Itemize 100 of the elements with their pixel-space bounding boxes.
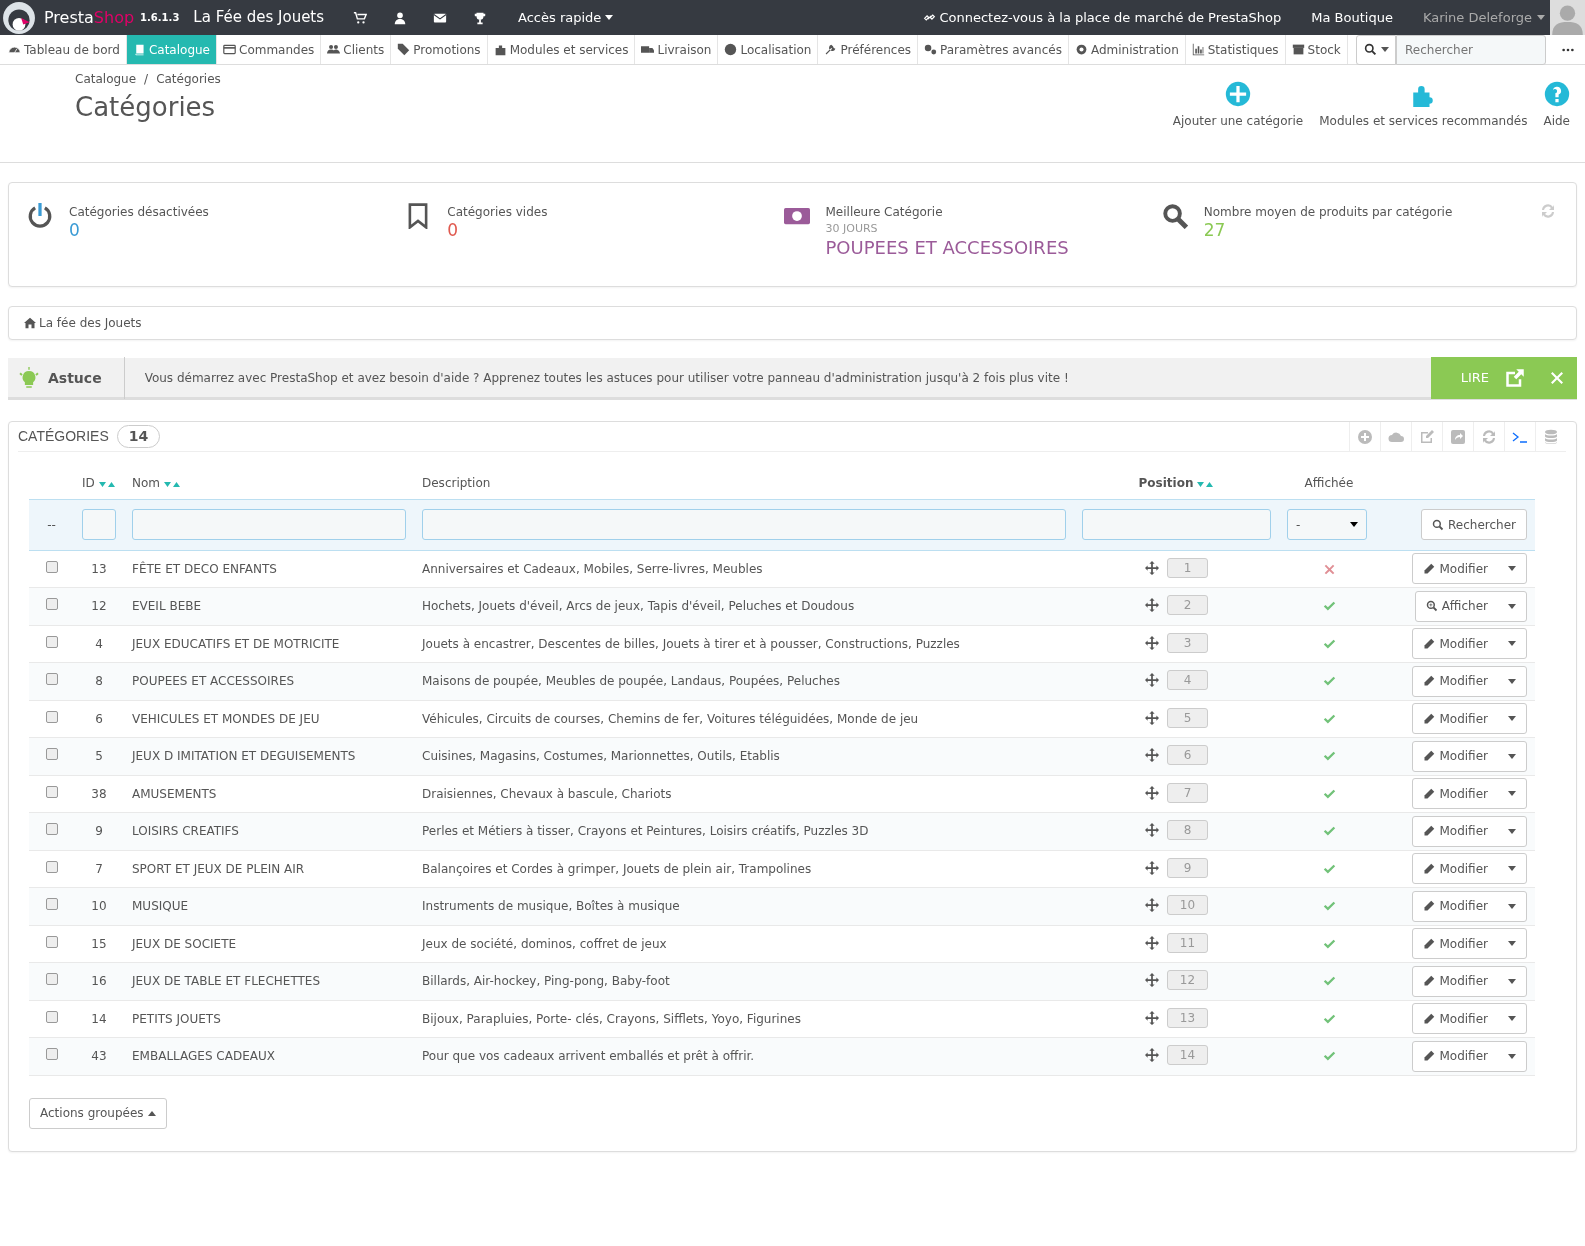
check-icon[interactable] — [1322, 712, 1336, 726]
id-cell: 15 — [91, 936, 107, 951]
edit-button[interactable]: Modifier — [1412, 778, 1527, 810]
nav-tab[interactable]: Localisation — [718, 35, 819, 64]
nav-tab[interactable]: Préférences — [818, 35, 919, 64]
move-handle-icon[interactable] — [1145, 710, 1159, 725]
sortable-column-header[interactable]: Position — [1138, 473, 1215, 492]
nav-tab[interactable]: Statistiques — [1185, 35, 1286, 64]
view-button[interactable]: Afficher — [1414, 590, 1527, 622]
my-shop-link[interactable]: Ma Boutique — [1311, 7, 1393, 28]
edit-button[interactable]: Modifier — [1412, 628, 1527, 660]
filter-field[interactable] — [132, 509, 406, 540]
row-checkbox[interactable] — [45, 1048, 58, 1061]
search-button[interactable]: Rechercher — [1421, 509, 1527, 540]
description-cell: Perles et Métiers à tisser, Crayons et Peintures, Loisirs créatifs, Puzzles 3D — [422, 824, 869, 839]
filter-field[interactable] — [1082, 509, 1271, 540]
page-title: Catégories — [75, 92, 217, 124]
column-header: Description — [422, 474, 491, 492]
nav-tab[interactable]: Commandes — [217, 35, 322, 64]
move-handle-icon[interactable] — [1145, 1048, 1159, 1063]
row-checkbox[interactable] — [45, 1010, 58, 1023]
row-checkbox[interactable] — [45, 935, 58, 948]
nav-tab[interactable]: Clients — [321, 35, 392, 64]
bulk-actions-button[interactable]: Actions groupées — [29, 1097, 167, 1129]
name-cell: EVEIL BEBE — [132, 599, 202, 614]
check-icon[interactable] — [1322, 787, 1336, 801]
nav-tab[interactable]: Paramètres avancés — [918, 35, 1069, 64]
move-handle-icon[interactable] — [1145, 673, 1159, 688]
pencil-icon — [1423, 1012, 1436, 1025]
edit-button[interactable]: Modifier — [1412, 665, 1527, 697]
move-handle-icon[interactable] — [1145, 560, 1159, 575]
row-checkbox[interactable] — [45, 823, 58, 836]
cross-icon[interactable] — [1323, 563, 1335, 575]
move-handle-icon[interactable] — [1145, 860, 1159, 875]
move-handle-icon[interactable] — [1145, 935, 1159, 950]
move-handle-icon[interactable] — [1145, 748, 1159, 763]
move-handle-icon[interactable] — [1145, 785, 1159, 800]
breadcrumb-link[interactable]: Catégories — [156, 70, 221, 88]
row-checkbox[interactable] — [45, 785, 58, 798]
edit-button[interactable]: Modifier — [1412, 1040, 1527, 1072]
id-cell: 9 — [95, 824, 103, 839]
row-checkbox[interactable] — [45, 598, 58, 611]
position-value: 6 — [1167, 745, 1208, 766]
nav-tab[interactable]: Stock — [1285, 35, 1348, 64]
edit-button[interactable]: Modifier — [1412, 890, 1527, 922]
category-tree-link[interactable]: La fée des Jouets — [24, 314, 142, 332]
filter-field[interactable] — [422, 509, 1066, 540]
nav-tab[interactable]: Modules et services — [487, 35, 636, 64]
move-handle-icon[interactable] — [1145, 598, 1159, 613]
row-checkbox[interactable] — [45, 560, 58, 573]
row-checkbox[interactable] — [45, 860, 58, 873]
check-icon[interactable] — [1322, 637, 1336, 651]
user-menu[interactable]: Karine Deleforge — [1422, 7, 1545, 28]
row-checkbox[interactable] — [45, 710, 58, 723]
description-cell: Anniversaires et Cadeaux, Mobiles, Serre-livres, Meubles — [422, 561, 763, 576]
filter-select[interactable]: - — [1287, 509, 1367, 540]
row-checkbox[interactable] — [45, 973, 58, 986]
nav-tab[interactable]: Promotions — [391, 35, 488, 64]
sortable-column-header[interactable]: Nom — [132, 473, 181, 492]
refresh-icon[interactable] — [1540, 203, 1556, 219]
row-checkbox[interactable] — [45, 673, 58, 686]
search-field[interactable]: Rechercher — [1396, 34, 1546, 65]
edit-button[interactable]: Modifier — [1412, 553, 1527, 585]
check-icon[interactable] — [1322, 862, 1336, 876]
edit-button[interactable]: Modifier — [1412, 965, 1527, 997]
id-cell: 14 — [91, 1011, 107, 1026]
row-checkbox[interactable] — [45, 898, 58, 911]
breadcrumb-link[interactable]: Catalogue — [75, 70, 137, 88]
edit-button[interactable]: Modifier — [1412, 853, 1527, 885]
marketplace-link[interactable]: Connectez-vous à la place de marché de PrestaShop — [923, 7, 1282, 28]
move-handle-icon[interactable] — [1145, 898, 1159, 913]
row-checkbox[interactable] — [45, 635, 58, 648]
move-handle-icon[interactable] — [1145, 973, 1159, 988]
check-icon[interactable] — [1322, 1012, 1336, 1026]
edit-button[interactable]: Modifier — [1412, 740, 1527, 772]
sortable-column-header[interactable]: ID — [82, 473, 116, 492]
row-checkbox[interactable] — [45, 748, 58, 761]
name-cell: JEUX EDUCATIFS ET DE MOTRICITE — [132, 636, 340, 651]
toolbar-button[interactable]: Aide — [1543, 81, 1570, 130]
breadcrumb-separator: / — [144, 71, 149, 88]
move-handle-icon[interactable] — [1145, 823, 1159, 838]
name-cell: FÊTE ET DECO ENFANTS — [132, 561, 277, 576]
name-cell: MUSIQUE — [132, 899, 189, 914]
nav-tab[interactable]: Livraison — [635, 35, 719, 64]
filter-field[interactable] — [82, 509, 116, 540]
edit-button[interactable]: Modifier — [1412, 1003, 1527, 1035]
toolbar-button[interactable]: Ajouter une catégorie — [1172, 81, 1304, 130]
nav-tab[interactable]: Administration — [1068, 35, 1186, 64]
search-icon — [1363, 43, 1377, 56]
edit-button[interactable]: Modifier — [1412, 928, 1527, 960]
quick-access-dropdown[interactable]: Accès rapide — [518, 7, 614, 28]
check-icon[interactable] — [1322, 937, 1336, 951]
edit-button[interactable]: Modifier — [1412, 815, 1527, 847]
toolbar-button[interactable]: Modules et services recommandés — [1319, 81, 1528, 130]
move-handle-icon[interactable] — [1145, 1010, 1159, 1025]
nav-tab[interactable]: Tableau de bord — [2, 35, 127, 64]
move-handle-icon[interactable] — [1145, 635, 1159, 650]
edit-button[interactable]: Modifier — [1412, 703, 1527, 735]
shop-name-link[interactable]: La Fée des Jouets — [193, 6, 325, 29]
search-type-button[interactable] — [1356, 34, 1396, 65]
